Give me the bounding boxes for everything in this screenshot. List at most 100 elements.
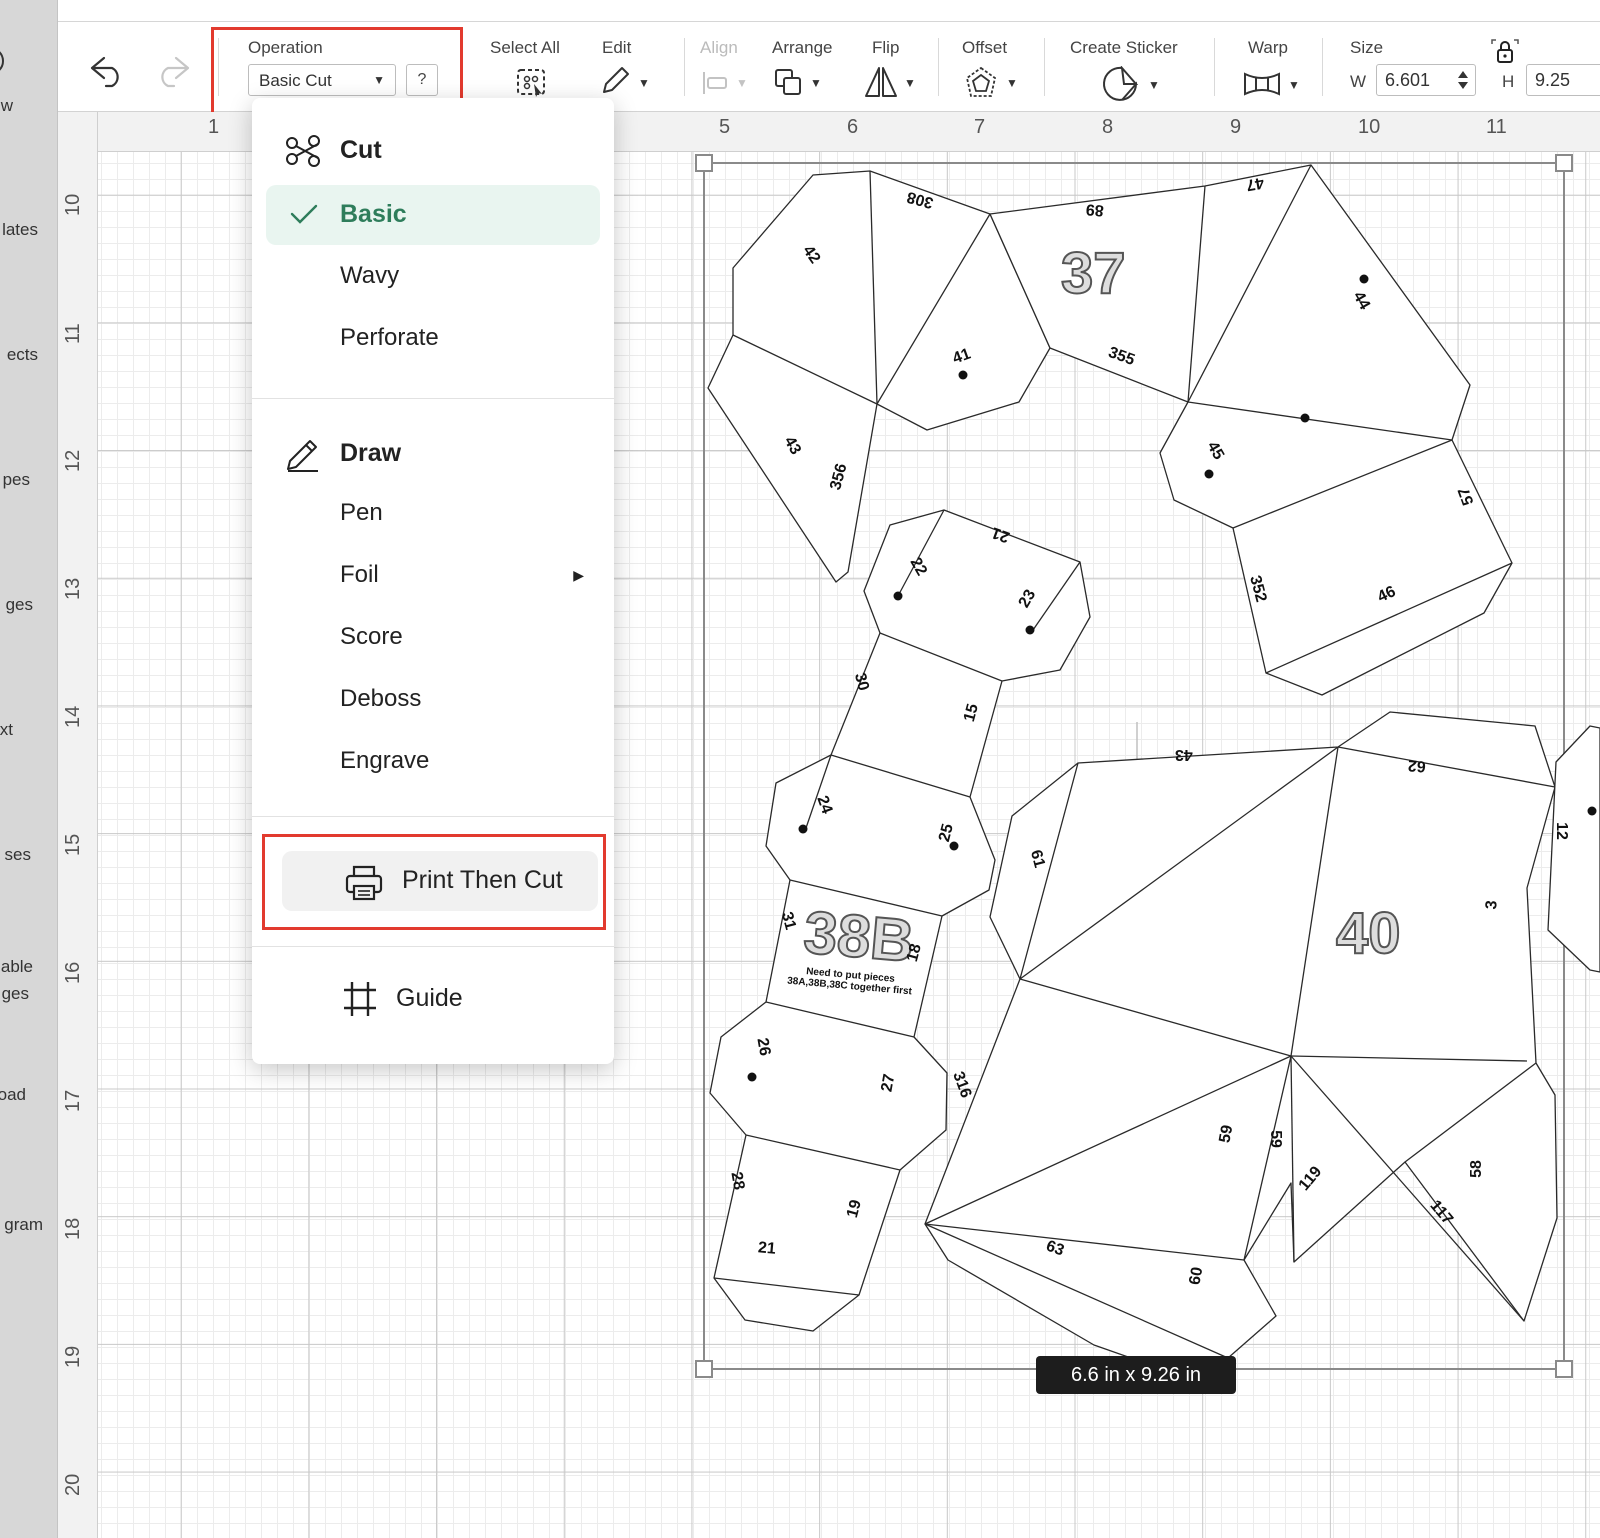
sidebar-item-phrases[interactable]: ses bbox=[0, 785, 57, 875]
menu-header-draw: Draw bbox=[252, 423, 614, 485]
ruler-label: 11 bbox=[1486, 116, 1507, 138]
menu-item-label: Basic bbox=[340, 200, 407, 228]
warp-button[interactable]: Warp ▼ bbox=[1238, 22, 1308, 112]
edge-number: 59 bbox=[1216, 1123, 1237, 1145]
warp-icon bbox=[1244, 72, 1280, 96]
edge-number: 43 bbox=[1175, 746, 1193, 763]
piece-40[interactable] bbox=[924, 711, 1558, 1373]
offset-icon bbox=[965, 66, 997, 97]
toolbar-separator bbox=[1214, 38, 1215, 96]
operation-select-value: Basic Cut bbox=[259, 71, 332, 90]
sidebar-item-shapes[interactable]: pes bbox=[0, 410, 57, 500]
pencil-icon bbox=[603, 67, 629, 93]
scissors-icon bbox=[286, 135, 320, 167]
sidebar-label-line2: ges bbox=[1, 984, 29, 1003]
menu-item-basic[interactable]: Basic bbox=[252, 184, 614, 246]
menu-header-cut: Cut bbox=[252, 120, 614, 182]
sidebar-item-monogram[interactable]: gram bbox=[0, 1165, 57, 1255]
text-icon bbox=[0, 670, 12, 700]
piece-partial-right[interactable] bbox=[1547, 725, 1600, 973]
menu-item-engrave[interactable]: Engrave bbox=[252, 731, 614, 793]
ruler-label: 10 bbox=[1358, 116, 1381, 138]
menu-item-label: Foil bbox=[340, 561, 379, 588]
ruler-label: 11 bbox=[62, 323, 84, 344]
menu-item-guide[interactable]: Guide bbox=[252, 968, 614, 1030]
menu-item-label: Perforate bbox=[340, 324, 439, 351]
chevron-down-icon: ▼ bbox=[1006, 76, 1018, 90]
menu-item-label: Score bbox=[340, 623, 403, 650]
editable-image-icon bbox=[0, 905, 12, 935]
edge-number: 58 bbox=[1467, 1160, 1485, 1178]
edge-number: 47 bbox=[1244, 173, 1266, 194]
left-sidebar: w lates ects pes ges xt ses able ges oad… bbox=[0, 0, 58, 1538]
menu-item-label: Deboss bbox=[340, 685, 422, 712]
design-space-window: w lates ects pes ges xt ses able ges oad… bbox=[0, 0, 1600, 1538]
redo-icon[interactable] bbox=[154, 54, 194, 88]
menu-divider bbox=[252, 946, 614, 947]
menu-item-label: Engrave bbox=[340, 747, 430, 774]
edge-number: 26 bbox=[753, 1036, 774, 1058]
shapes-icon bbox=[0, 426, 12, 456]
width-input[interactable]: 6.601 bbox=[1376, 64, 1476, 96]
printer-icon bbox=[345, 865, 383, 901]
height-input[interactable]: 9.25 bbox=[1526, 64, 1600, 96]
create-sticker-button[interactable]: Create Sticker ▼ bbox=[1070, 22, 1200, 112]
menu-item-foil[interactable]: Foil ▶ bbox=[252, 545, 614, 607]
menu-item-print-then-cut[interactable]: Print Then Cut bbox=[268, 838, 600, 924]
select-all-icon bbox=[517, 69, 545, 97]
flip-button[interactable]: Flip ▼ bbox=[864, 22, 924, 112]
window-top-strip bbox=[0, 0, 1600, 22]
upload-icon bbox=[0, 1037, 12, 1067]
edge-number: 3 bbox=[1483, 899, 1501, 911]
sidebar-item-projects[interactable]: ects bbox=[0, 285, 57, 375]
ruler-label: 12 bbox=[62, 449, 84, 472]
edge-number: 12 bbox=[1552, 822, 1570, 840]
piece-40-label: 40 bbox=[1335, 900, 1402, 967]
ruler-vertical: 10 11 12 13 14 15 16 17 18 19 20 bbox=[58, 112, 98, 1538]
operation-help-button[interactable]: ? bbox=[406, 64, 438, 96]
menu-item-score[interactable]: Score bbox=[252, 607, 614, 669]
operation-label: Operation bbox=[248, 38, 323, 57]
menu-item-wavy[interactable]: Wavy bbox=[252, 246, 614, 308]
arrange-icon bbox=[775, 69, 801, 95]
toolbar-separator bbox=[938, 38, 939, 96]
edge-number: 89 bbox=[1085, 200, 1105, 219]
operation-select[interactable]: Basic Cut ▼ bbox=[248, 64, 396, 96]
undo-icon[interactable] bbox=[86, 54, 126, 88]
menu-header-label: Cut bbox=[340, 136, 382, 164]
chat-icon bbox=[0, 793, 12, 823]
sidebar-item-upload[interactable]: oad bbox=[0, 1035, 57, 1125]
sidebar-item-new[interactable]: w bbox=[0, 40, 57, 130]
menu-item-perforate[interactable]: Perforate bbox=[252, 308, 614, 370]
menu-item-label: Pen bbox=[340, 499, 383, 526]
offset-label: Offset bbox=[962, 38, 1008, 57]
height-prefix: H bbox=[1502, 72, 1515, 91]
chevron-down-icon: ▼ bbox=[736, 76, 748, 90]
arrange-button[interactable]: Arrange ▼ bbox=[770, 22, 850, 112]
shirt-icon bbox=[0, 170, 12, 200]
ruler-label: 9 bbox=[1230, 116, 1242, 138]
dimensions-badge: 6.6 in x 9.26 in bbox=[1036, 1356, 1236, 1394]
ruler-label: 16 bbox=[62, 961, 84, 984]
sticker-icon bbox=[1103, 66, 1139, 101]
operation-dropdown-menu: Cut Basic Wavy Perforate Draw Pen Foil ▶ bbox=[252, 98, 614, 1064]
submenu-arrow-icon: ▶ bbox=[573, 567, 584, 583]
clipboard-icon bbox=[0, 295, 12, 325]
sidebar-label: pes bbox=[2, 470, 30, 489]
lock-icon[interactable] bbox=[1488, 38, 1522, 66]
sidebar-label: w bbox=[0, 96, 13, 115]
sidebar-item-text[interactable]: xt bbox=[0, 660, 57, 750]
toolbar-separator bbox=[684, 38, 685, 96]
sidebar-item-editable-images[interactable]: able ges bbox=[0, 905, 57, 1015]
size-label: Size bbox=[1350, 38, 1384, 57]
sidebar-label: ses bbox=[4, 845, 31, 864]
sidebar-label: xt bbox=[0, 720, 13, 739]
menu-item-deboss[interactable]: Deboss bbox=[252, 669, 614, 731]
offset-button[interactable]: Offset ▼ bbox=[962, 22, 1032, 112]
image-icon bbox=[0, 541, 12, 571]
sidebar-item-images[interactable]: ges bbox=[0, 535, 57, 625]
edge-number: 27 bbox=[878, 1072, 899, 1094]
menu-item-pen[interactable]: Pen bbox=[252, 483, 614, 545]
sidebar-item-templates[interactable]: lates bbox=[0, 160, 57, 250]
stepper-icon[interactable] bbox=[1457, 70, 1469, 90]
